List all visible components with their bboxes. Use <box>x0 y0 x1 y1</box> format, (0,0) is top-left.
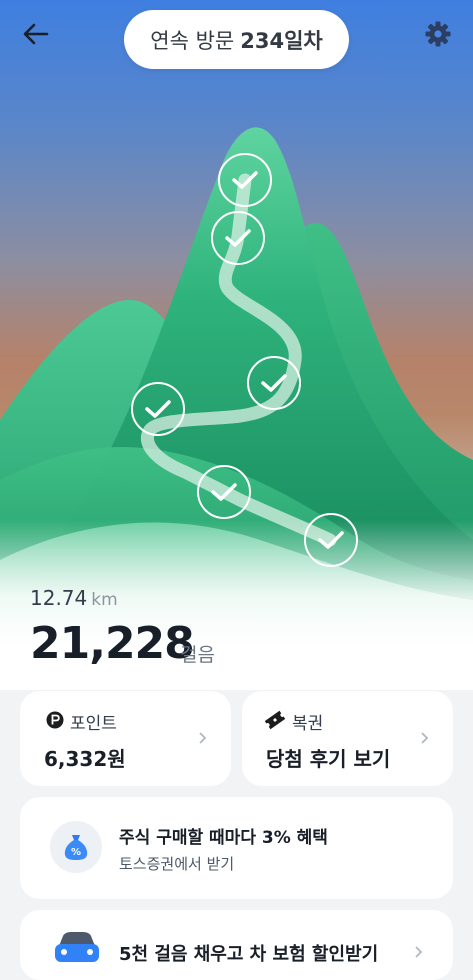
streak-prefix: 연속 방문 <box>150 28 235 53</box>
milestone-check-3 <box>247 356 301 410</box>
points-label: 포인트 <box>70 714 117 734</box>
steps-unit: 걸음 <box>180 644 215 666</box>
check-icon <box>318 531 344 549</box>
distance-value: 12.74 <box>30 586 88 610</box>
stock-benefit-card[interactable]: % 주식 구매할 때마다 3% 혜택 토스증권에서 받기 <box>20 797 453 899</box>
gear-icon <box>425 21 451 47</box>
car-insurance-card[interactable]: 5천 걸음 채우고 차 보험 할인받기 <box>20 910 453 980</box>
streak-value: 234일차 <box>240 28 323 53</box>
chevron-right-icon <box>199 732 207 744</box>
svg-text:%: % <box>71 847 81 858</box>
milestone-check-2 <box>211 211 265 265</box>
car-icon <box>55 932 99 962</box>
back-arrow-icon <box>23 23 49 45</box>
milestone-check-6 <box>304 513 358 567</box>
point-coin-icon <box>46 711 64 729</box>
steps-count: 21,228 <box>30 618 195 669</box>
check-icon <box>225 229 251 247</box>
lottery-label: 복권 <box>292 714 324 734</box>
milestone-check-5 <box>197 465 251 519</box>
distance-readout: 12.74 km <box>30 586 118 610</box>
milestone-check-4 <box>131 382 185 436</box>
milestone-check-1 <box>218 153 272 207</box>
back-button[interactable] <box>18 16 54 52</box>
lottery-card[interactable]: 복권 당첨 후기 보기 <box>242 691 453 786</box>
settings-button[interactable] <box>420 16 456 52</box>
ticket-icon <box>264 710 286 730</box>
check-icon <box>145 400 171 418</box>
promo-title: 5천 걸음 채우고 차 보험 할인받기 <box>119 944 379 965</box>
chevron-right-icon <box>421 732 429 744</box>
lottery-value: 당첨 후기 보기 <box>266 747 391 771</box>
points-value: 6,332원 <box>44 747 126 771</box>
check-icon <box>211 483 237 501</box>
promo-title: 주식 구매할 때마다 3% 혜택 <box>119 828 328 848</box>
chevron-right-icon <box>415 946 423 958</box>
money-bag-icon: % <box>64 835 88 860</box>
distance-unit: km <box>91 590 118 610</box>
check-icon <box>232 171 258 189</box>
check-icon <box>261 374 287 392</box>
points-card[interactable]: 포인트 6,332원 <box>20 691 231 786</box>
money-bag-icon-wrapper: % <box>50 821 102 873</box>
streak-pill: 연속 방문 234일차 <box>124 10 349 69</box>
promo-subtitle: 토스증권에서 받기 <box>119 855 235 873</box>
